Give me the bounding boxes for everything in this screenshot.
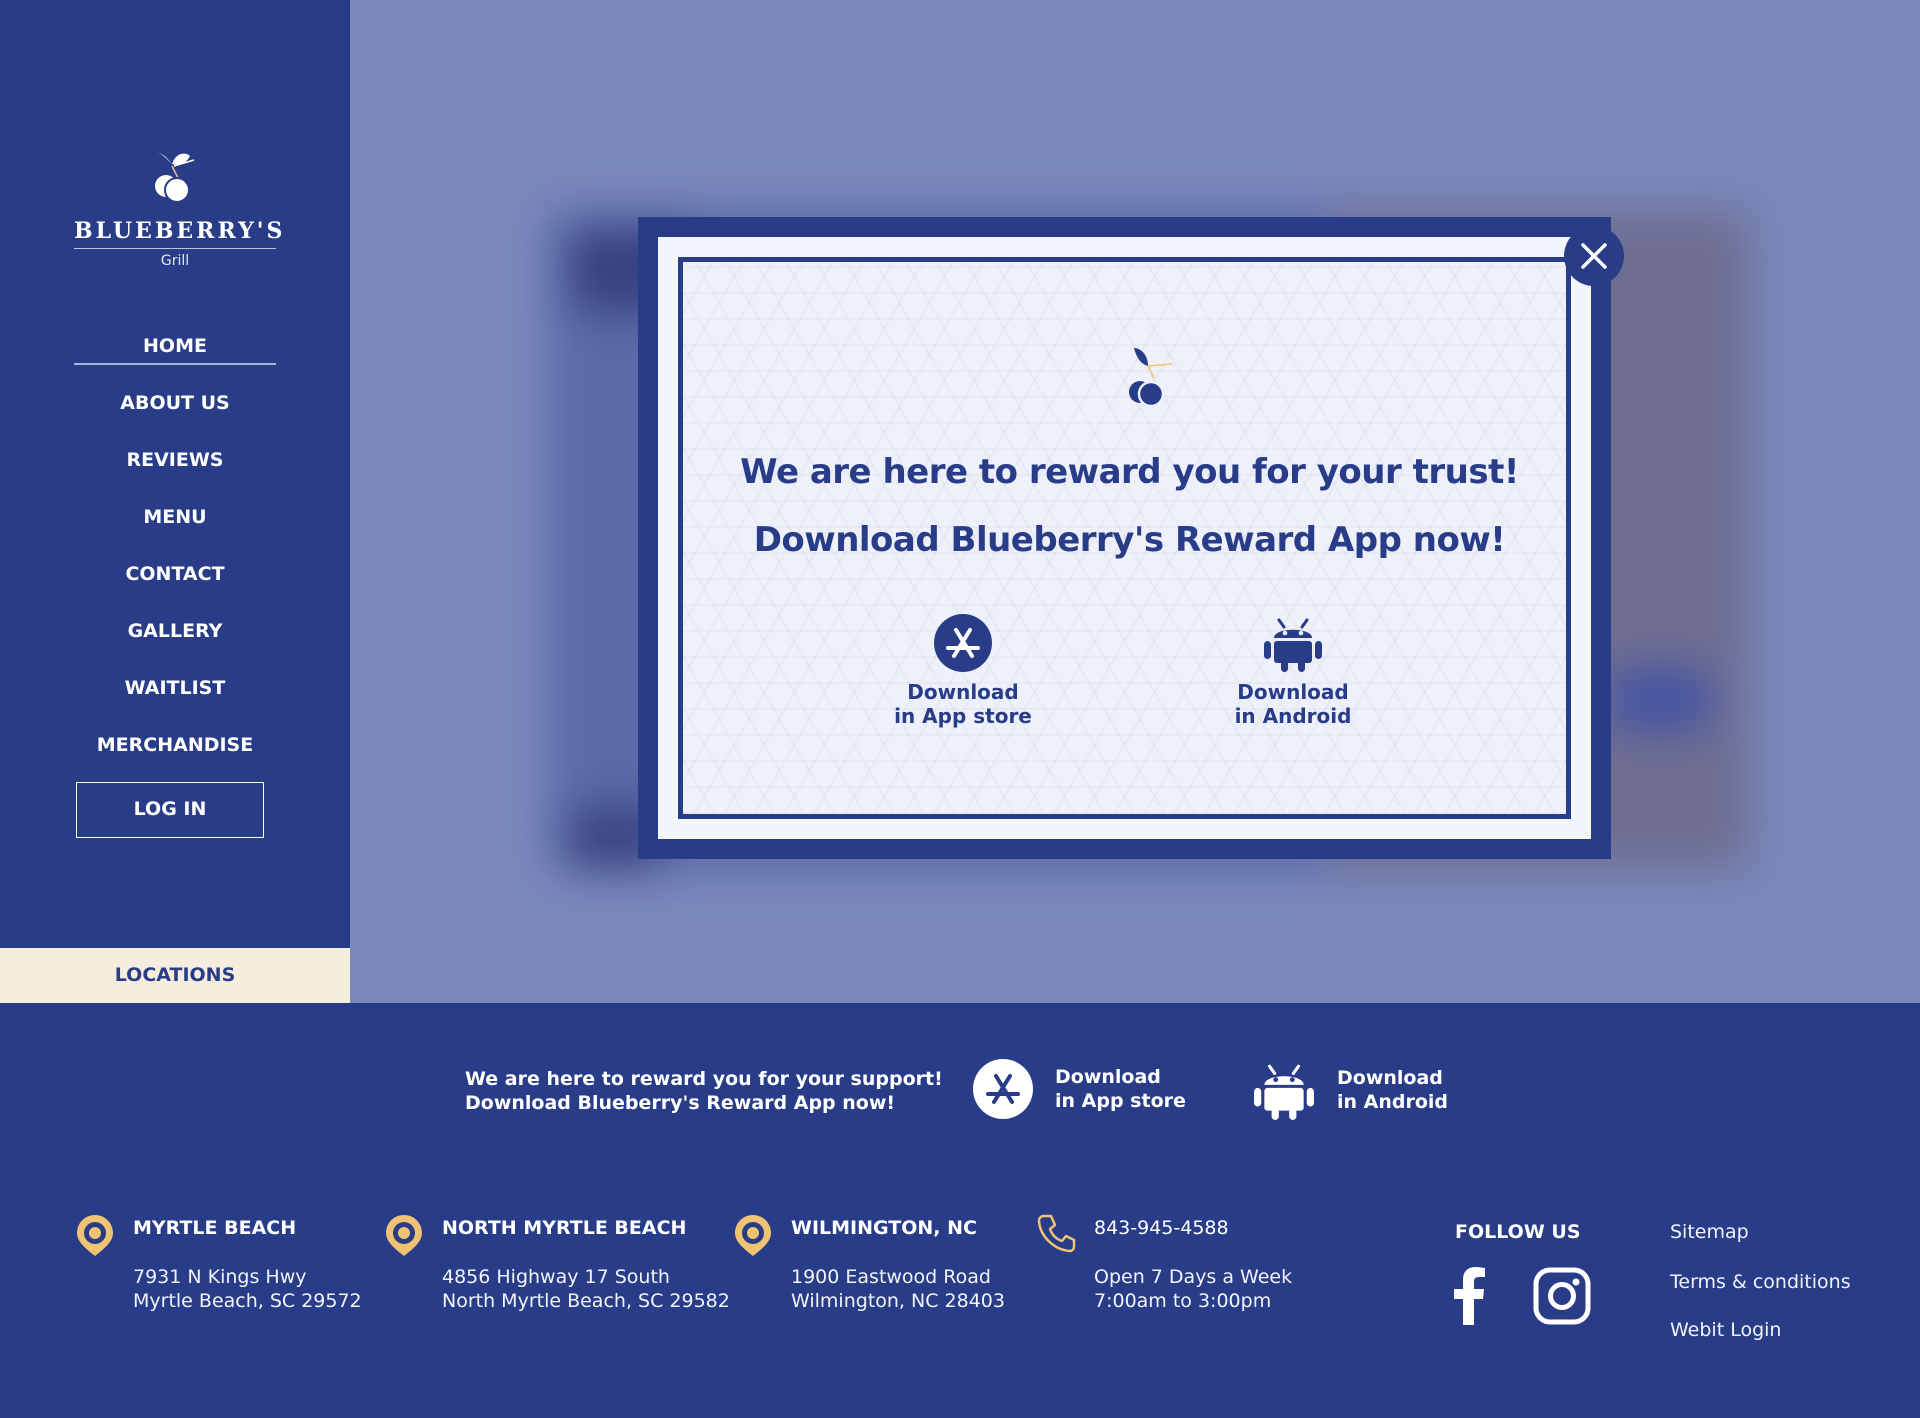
map-pin-icon — [735, 1215, 771, 1256]
nav-item-reviews[interactable]: REVIEWS — [0, 441, 350, 498]
nav-item-merchandise[interactable]: MERCHANDISE — [0, 726, 350, 783]
modal-frame: We are here to reward you for your trust… — [678, 257, 1571, 819]
android-icon — [1254, 1064, 1314, 1120]
footer-appstore-line2: in App store — [1055, 1090, 1186, 1112]
follow-us-heading: FOLLOW US — [1455, 1221, 1581, 1243]
footer-promo-line1: We are here to reward you for your suppo… — [465, 1068, 943, 1090]
map-pin-icon — [386, 1215, 422, 1256]
modal-title-download: Download Blueberry's Reward App now! — [753, 520, 1506, 560]
location-address: 7931 N Kings Hwy Myrtle Beach, SC 29572 — [133, 1265, 362, 1313]
close-icon — [1581, 243, 1607, 269]
location-address: 4856 Highway 17 South North Myrtle Beach… — [442, 1265, 730, 1313]
footer-appstore-line1: Download — [1055, 1066, 1161, 1088]
footer-android-text: Download in Android — [1337, 1066, 1448, 1114]
address-line1: 7931 N Kings Hwy — [133, 1266, 307, 1288]
footer-android-line1: Download — [1337, 1067, 1443, 1089]
phone-icon — [1037, 1214, 1076, 1253]
location-name: NORTH MYRTLE BEACH — [442, 1217, 687, 1239]
modal-android-line2: in Android — [1234, 704, 1352, 728]
sitemap-link[interactable]: Sitemap — [1670, 1221, 1749, 1243]
modal-inner: We are here to reward you for your trust… — [658, 237, 1591, 839]
main-nav: HOME ABOUT US REVIEWS MENU CONTACT GALLE… — [0, 327, 350, 783]
modal-close-button[interactable] — [1564, 226, 1624, 286]
instagram-icon — [1533, 1267, 1591, 1325]
facebook-icon — [1454, 1267, 1485, 1325]
blueberry-icon — [155, 153, 195, 202]
hours-line1: Open 7 Days a Week — [1094, 1266, 1293, 1288]
address-line2: Wilmington, NC 28403 — [791, 1290, 1005, 1312]
modal-android-line1: Download — [1237, 680, 1349, 704]
sidebar: BLUEBERRY'S Grill HOME ABOUT US REVIEWS … — [0, 0, 350, 1003]
instagram-link[interactable] — [1533, 1267, 1591, 1329]
nav-item-contact[interactable]: CONTACT — [0, 555, 350, 612]
nav-item-home[interactable]: HOME — [0, 327, 350, 384]
facebook-link[interactable] — [1452, 1267, 1486, 1329]
nav-item-about-us[interactable]: ABOUT US — [0, 384, 350, 441]
modal-appstore-line2: in App store — [894, 704, 1032, 728]
address-line2: North Myrtle Beach, SC 29582 — [442, 1290, 730, 1312]
reward-app-modal: We are here to reward you for your trust… — [638, 217, 1624, 859]
address-line1: 4856 Highway 17 South — [442, 1266, 670, 1288]
terms-link[interactable]: Terms & conditions — [1670, 1271, 1851, 1293]
footer-appstore-text: Download in App store — [1055, 1065, 1186, 1113]
nav-item-gallery[interactable]: GALLERY — [0, 612, 350, 669]
phone-number[interactable]: 843-945-4588 — [1094, 1217, 1229, 1239]
blueberry-icon — [1129, 348, 1173, 408]
footer-promo-line2: Download Blueberry's Reward App now! — [465, 1092, 896, 1114]
opening-hours: Open 7 Days a Week 7:00am to 3:00pm — [1094, 1265, 1292, 1313]
app-store-icon — [973, 1059, 1033, 1119]
location-name: MYRTLE BEACH — [133, 1217, 297, 1239]
app-store-icon — [934, 614, 992, 672]
location-address: 1900 Eastwood Road Wilmington, NC 28403 — [791, 1265, 1005, 1313]
webit-login-link[interactable]: Webit Login — [1670, 1319, 1781, 1341]
address-line2: Myrtle Beach, SC 29572 — [133, 1290, 362, 1312]
brand-logo[interactable]: BLUEBERRY'S Grill — [0, 150, 350, 269]
locations-button[interactable]: LOCATIONS — [0, 948, 350, 1003]
location-name: WILMINGTON, NC — [791, 1217, 977, 1239]
footer-promo-text: We are here to reward you for your suppo… — [465, 1067, 943, 1115]
hours-line2: 7:00am to 3:00pm — [1094, 1290, 1272, 1312]
footer-appstore-link[interactable]: Download in App store — [973, 1059, 1186, 1119]
nav-item-label: HOME — [74, 329, 276, 365]
address-line1: 1900 Eastwood Road — [791, 1266, 991, 1288]
nav-item-menu[interactable]: MENU — [0, 498, 350, 555]
brand-subtitle: Grill — [160, 253, 190, 269]
login-button[interactable]: LOG IN — [76, 782, 264, 838]
modal-appstore-line1: Download — [907, 680, 1019, 704]
nav-item-waitlist[interactable]: WAITLIST — [0, 669, 350, 726]
footer-android-line2: in Android — [1337, 1091, 1449, 1113]
android-icon — [1264, 618, 1322, 672]
brand-name: BLUEBERRY'S — [74, 218, 282, 249]
footer: We are here to reward you for your suppo… — [0, 1003, 1920, 1418]
modal-appstore-link[interactable]: Download in App store — [893, 614, 1033, 728]
footer-android-link[interactable]: Download in Android — [1253, 1059, 1448, 1121]
modal-android-link[interactable]: Download in Android — [1223, 614, 1363, 728]
modal-title-reward: We are here to reward you for your trust… — [740, 452, 1519, 492]
map-pin-icon — [77, 1215, 113, 1256]
modal-overlay[interactable]: We are here to reward you for your trust… — [350, 0, 1920, 1003]
